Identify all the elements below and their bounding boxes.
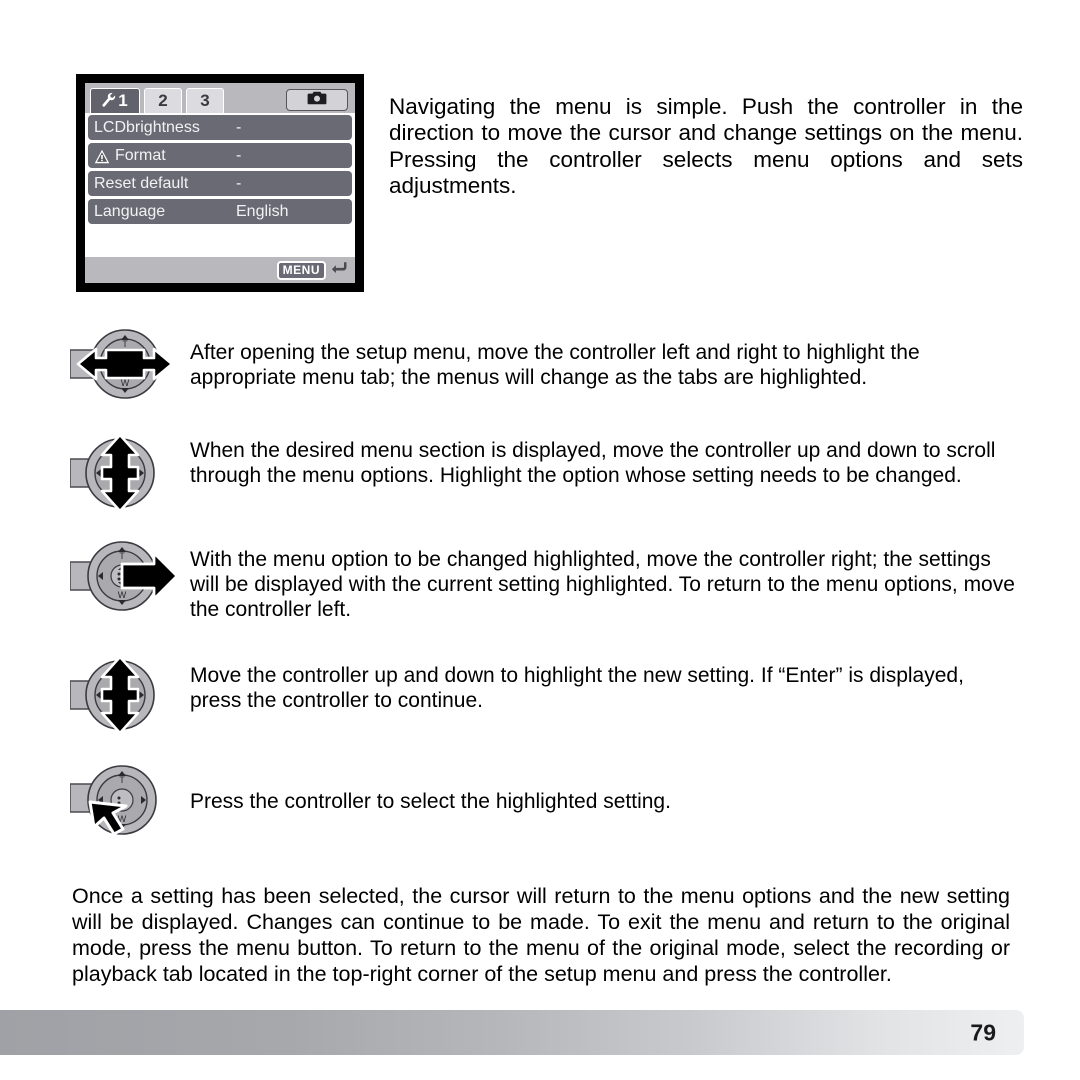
page-footer-bar: 79 — [0, 1010, 1024, 1055]
menu-row-label: Format — [115, 146, 166, 164]
wrench-icon — [102, 92, 116, 111]
setup-tab-1[interactable]: 1 — [90, 88, 140, 113]
menu-row-format[interactable]: Format - — [88, 143, 352, 168]
setup-tab-3-label: 3 — [200, 91, 210, 110]
closing-paragraph: Once a setting has been selected, the cu… — [72, 883, 1010, 986]
step-3-text: With the menu option to be changed highl… — [190, 548, 1015, 621]
lcd-screen: 1 2 3 LCDbrightness - Format - Reset def… — [85, 83, 355, 283]
menu-row-value: - — [236, 146, 242, 164]
camera-mode-tab[interactable] — [286, 89, 348, 111]
controller-up-down-icon — [69, 650, 180, 745]
lcd-footer-bar: MENU — [85, 257, 355, 283]
step-1-text: After opening the setup menu, move the c… — [190, 341, 920, 389]
menu-row-reset-default[interactable]: Reset default - — [88, 171, 352, 196]
controller-right-icon: T W — [69, 538, 180, 619]
menu-row-value: - — [236, 174, 242, 192]
lcd-tab-bar: 1 2 3 — [85, 83, 355, 113]
setup-tab-2[interactable]: 2 — [144, 88, 182, 113]
warning-triangle-icon — [94, 149, 110, 164]
back-arrow-icon — [331, 260, 349, 281]
lcd-menu-rows: LCDbrightness - Format - Reset default - — [85, 113, 355, 257]
lcd-menu-figure: 1 2 3 LCDbrightness - Format - Reset def… — [76, 74, 364, 292]
svg-text:W: W — [118, 590, 127, 600]
step-1: T W After opening the setup menu, move t… — [69, 328, 1020, 405]
svg-text:W: W — [121, 378, 130, 388]
controller-press-icon: T W — [69, 760, 180, 845]
setup-tab-2-label: 2 — [158, 91, 168, 110]
camera-icon — [307, 91, 327, 110]
svg-text:T: T — [119, 775, 125, 785]
menu-row-label: Language — [94, 202, 166, 220]
menu-row-value: English — [236, 202, 289, 220]
menu-button-badge[interactable]: MENU — [276, 260, 326, 280]
svg-text:T: T — [119, 551, 125, 561]
step-2-text: When the desired menu section is display… — [190, 439, 996, 487]
step-4: Move the controller up and down to highl… — [69, 650, 1020, 745]
svg-text:T: T — [122, 339, 128, 349]
intro-paragraph: Navigating the menu is simple. Push the … — [389, 93, 1023, 199]
menu-row-value: - — [236, 118, 242, 136]
step-2: When the desired menu section is display… — [69, 428, 1020, 523]
step-5-text: Press the controller to select the highl… — [190, 790, 671, 813]
step-4-text: Move the controller up and down to highl… — [190, 664, 964, 712]
step-5: T W Press the controller to select the h… — [69, 760, 1020, 845]
menu-row-label: LCDbrightness — [94, 118, 200, 136]
setup-tab-1-label: 1 — [118, 91, 128, 110]
menu-row-language[interactable]: Language English — [88, 199, 352, 224]
menu-row-lcdbrightness[interactable]: LCDbrightness - — [88, 115, 352, 140]
step-3: T W With the menu option to be changed h… — [69, 538, 1020, 622]
menu-row-label: Reset default — [94, 174, 189, 192]
controller-up-down-icon — [69, 428, 180, 523]
controller-left-right-icon: T W — [69, 328, 180, 405]
setup-tab-3[interactable]: 3 — [186, 88, 224, 113]
page-number: 79 — [970, 1019, 996, 1045]
